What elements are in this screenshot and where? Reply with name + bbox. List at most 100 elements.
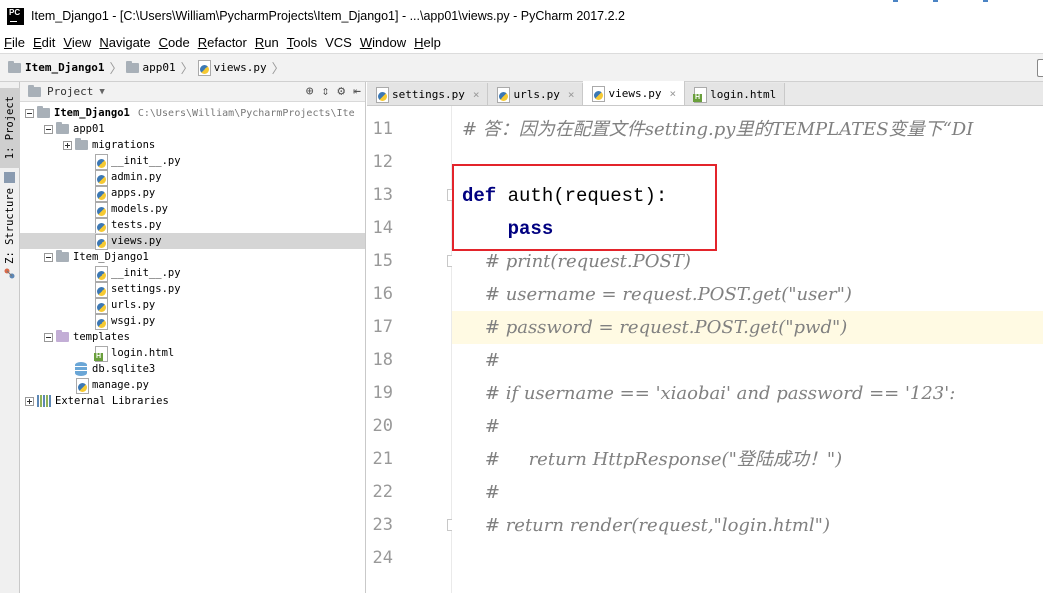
menu-mnemonic: R bbox=[254, 34, 265, 50]
tree-item[interactable]: tests.py bbox=[20, 217, 365, 234]
close-icon[interactable]: × bbox=[568, 88, 575, 101]
title-bar: PC Item_Django1 - [C:\Users\William\Pych… bbox=[0, 0, 1043, 32]
python-file-icon bbox=[94, 169, 108, 186]
tree-item[interactable]: views.py bbox=[20, 233, 365, 250]
run-config-selector[interactable] bbox=[1037, 59, 1043, 77]
locate-icon[interactable]: ⊕ bbox=[306, 84, 314, 99]
python-file-icon bbox=[375, 86, 389, 103]
code-line[interactable]: # bbox=[452, 344, 1043, 377]
menu-item[interactable]: Refactor bbox=[194, 35, 251, 50]
chevron-down-icon[interactable]: ▼ bbox=[99, 87, 104, 97]
database-icon bbox=[75, 362, 87, 376]
tree-item[interactable]: admin.py bbox=[20, 169, 365, 186]
project-root-path: C:\Users\William\PycharmProjects\Ite bbox=[137, 107, 355, 119]
hide-panel-icon[interactable]: ⇤ bbox=[353, 84, 361, 99]
tab-structure-tool[interactable]: Z: Structure bbox=[0, 186, 20, 266]
tree-item[interactable]: templates bbox=[20, 329, 365, 345]
gear-icon[interactable]: ⚙ bbox=[337, 84, 345, 99]
tree-item[interactable]: __init__.py bbox=[20, 265, 365, 282]
python-file-icon bbox=[197, 60, 211, 76]
code-line[interactable]: # return HttpResponse("登陆成功！") bbox=[452, 443, 1043, 476]
python-file-icon bbox=[94, 185, 108, 202]
code-line[interactable] bbox=[452, 542, 1043, 575]
tree-item[interactable]: External Libraries bbox=[20, 393, 365, 409]
menu-bar: File Edit View Navigate Code Refactor Run Tools… bbox=[0, 32, 1043, 52]
tree-item-label: migrations bbox=[92, 139, 156, 151]
menu-item[interactable]: File bbox=[0, 35, 29, 50]
tree-item[interactable]: migrations bbox=[20, 137, 365, 153]
menu-item[interactable]: Navigate bbox=[95, 35, 154, 50]
editor-tab-label: settings.py bbox=[392, 87, 465, 101]
line-number: 16 bbox=[372, 284, 393, 304]
python-file-icon bbox=[94, 201, 108, 218]
code-line[interactable]: # bbox=[452, 476, 1043, 509]
code-line[interactable]: # print(request.POST) bbox=[452, 245, 1043, 278]
collapse-icon[interactable] bbox=[44, 332, 53, 342]
code-line[interactable] bbox=[452, 146, 1043, 179]
menu-mnemonic: N bbox=[99, 34, 109, 50]
expand-icon[interactable] bbox=[63, 140, 72, 150]
code-line[interactable]: # username = request.POST.get("user") bbox=[452, 278, 1043, 311]
breadcrumb-label: views.py bbox=[213, 61, 267, 74]
python-file-icon bbox=[94, 233, 108, 250]
collapse-icon[interactable] bbox=[44, 252, 53, 262]
code-line[interactable]: # if username == 'xiaobai' and password … bbox=[452, 377, 1043, 410]
tab-project-tool[interactable]: 1: Project bbox=[0, 88, 20, 168]
code-line[interactable]: # 答：因为在配置文件setting.py里的TEMPLATES变量下“DI bbox=[452, 113, 1043, 146]
code-line[interactable]: def auth(request): bbox=[452, 179, 1043, 212]
code-line[interactable]: # password = request.POST.get("pwd") bbox=[452, 311, 1043, 344]
close-icon[interactable]: × bbox=[473, 88, 480, 101]
breadcrumb-views[interactable]: views.py 〉 bbox=[197, 58, 288, 77]
expand-icon[interactable] bbox=[25, 396, 34, 406]
collapse-all-icon[interactable]: ⇕ bbox=[322, 84, 330, 99]
tree-item[interactable]: wsgi.py bbox=[20, 313, 365, 330]
collapse-icon[interactable] bbox=[25, 108, 34, 118]
project-panel-title[interactable]: Project bbox=[47, 85, 93, 98]
tree-item[interactable]: models.py bbox=[20, 201, 365, 218]
title-accent bbox=[873, 0, 1043, 2]
template-folder-icon bbox=[56, 330, 69, 342]
code-comment: # if username == 'xiaobai' and password … bbox=[462, 383, 956, 404]
code-line[interactable]: # return render(request,"login.html") bbox=[452, 509, 1043, 542]
menu-item[interactable]: Window bbox=[356, 35, 410, 50]
menu-item[interactable]: Edit bbox=[29, 35, 59, 50]
editor-tab[interactable]: views.py × bbox=[583, 81, 686, 105]
folder-icon bbox=[28, 84, 41, 97]
editor-tab[interactable]: login.html bbox=[685, 83, 786, 105]
editor-tab[interactable]: urls.py × bbox=[488, 83, 584, 105]
menu-item[interactable]: VCS bbox=[321, 35, 356, 50]
menu-item[interactable]: View bbox=[59, 35, 95, 50]
editor-tab[interactable]: settings.py × bbox=[367, 83, 489, 105]
tree-item[interactable]: login.html bbox=[20, 345, 365, 362]
menu-item[interactable]: Help bbox=[410, 35, 445, 50]
code-line[interactable]: # bbox=[452, 410, 1043, 443]
tool-window-strip: 1: Project Z: Structure bbox=[0, 82, 20, 593]
tree-item[interactable]: Item_Django1 bbox=[20, 249, 365, 265]
collapse-icon[interactable] bbox=[44, 124, 53, 134]
tree-item[interactable]: db.sqlite3 bbox=[20, 361, 365, 377]
code-line[interactable]: pass bbox=[452, 212, 1043, 245]
editor-tab-label: views.py bbox=[608, 86, 662, 100]
tree-item[interactable]: manage.py bbox=[20, 377, 365, 394]
breadcrumb-app01[interactable]: app01 〉 bbox=[125, 58, 197, 77]
tree-item-label: __init__.py bbox=[111, 155, 181, 167]
menu-item[interactable]: Tools bbox=[283, 35, 321, 50]
tree-item[interactable]: app01 bbox=[20, 121, 365, 137]
project-tree: Item_Django1 C:\Users\William\PycharmProj… bbox=[20, 102, 365, 409]
breadcrumb-project[interactable]: Item_Django1 〉 bbox=[0, 58, 126, 77]
tree-item[interactable]: Item_Django1 C:\Users\William\PycharmProj… bbox=[20, 105, 365, 121]
tree-item[interactable]: urls.py bbox=[20, 297, 365, 314]
menu-label: VCS bbox=[325, 34, 352, 50]
line-number: 14 bbox=[372, 218, 393, 238]
menu-item[interactable]: Run bbox=[251, 35, 283, 50]
menu-item[interactable]: Code bbox=[155, 35, 194, 50]
tree-item[interactable]: settings.py bbox=[20, 281, 365, 298]
close-icon[interactable]: × bbox=[669, 87, 676, 100]
line-number: 20 bbox=[372, 416, 393, 436]
code-editor[interactable]: # 答：因为在配置文件setting.py里的TEMPLATES变量下“DI de… bbox=[452, 106, 1043, 593]
tree-item[interactable]: __init__.py bbox=[20, 153, 365, 170]
editor-tab-bar: settings.py × urls.py × views.py × login.html bbox=[367, 81, 1043, 106]
tree-item[interactable]: apps.py bbox=[20, 185, 365, 202]
chevron-right-icon: 〉 bbox=[180, 62, 194, 77]
tree-item-label: models.py bbox=[111, 203, 168, 215]
